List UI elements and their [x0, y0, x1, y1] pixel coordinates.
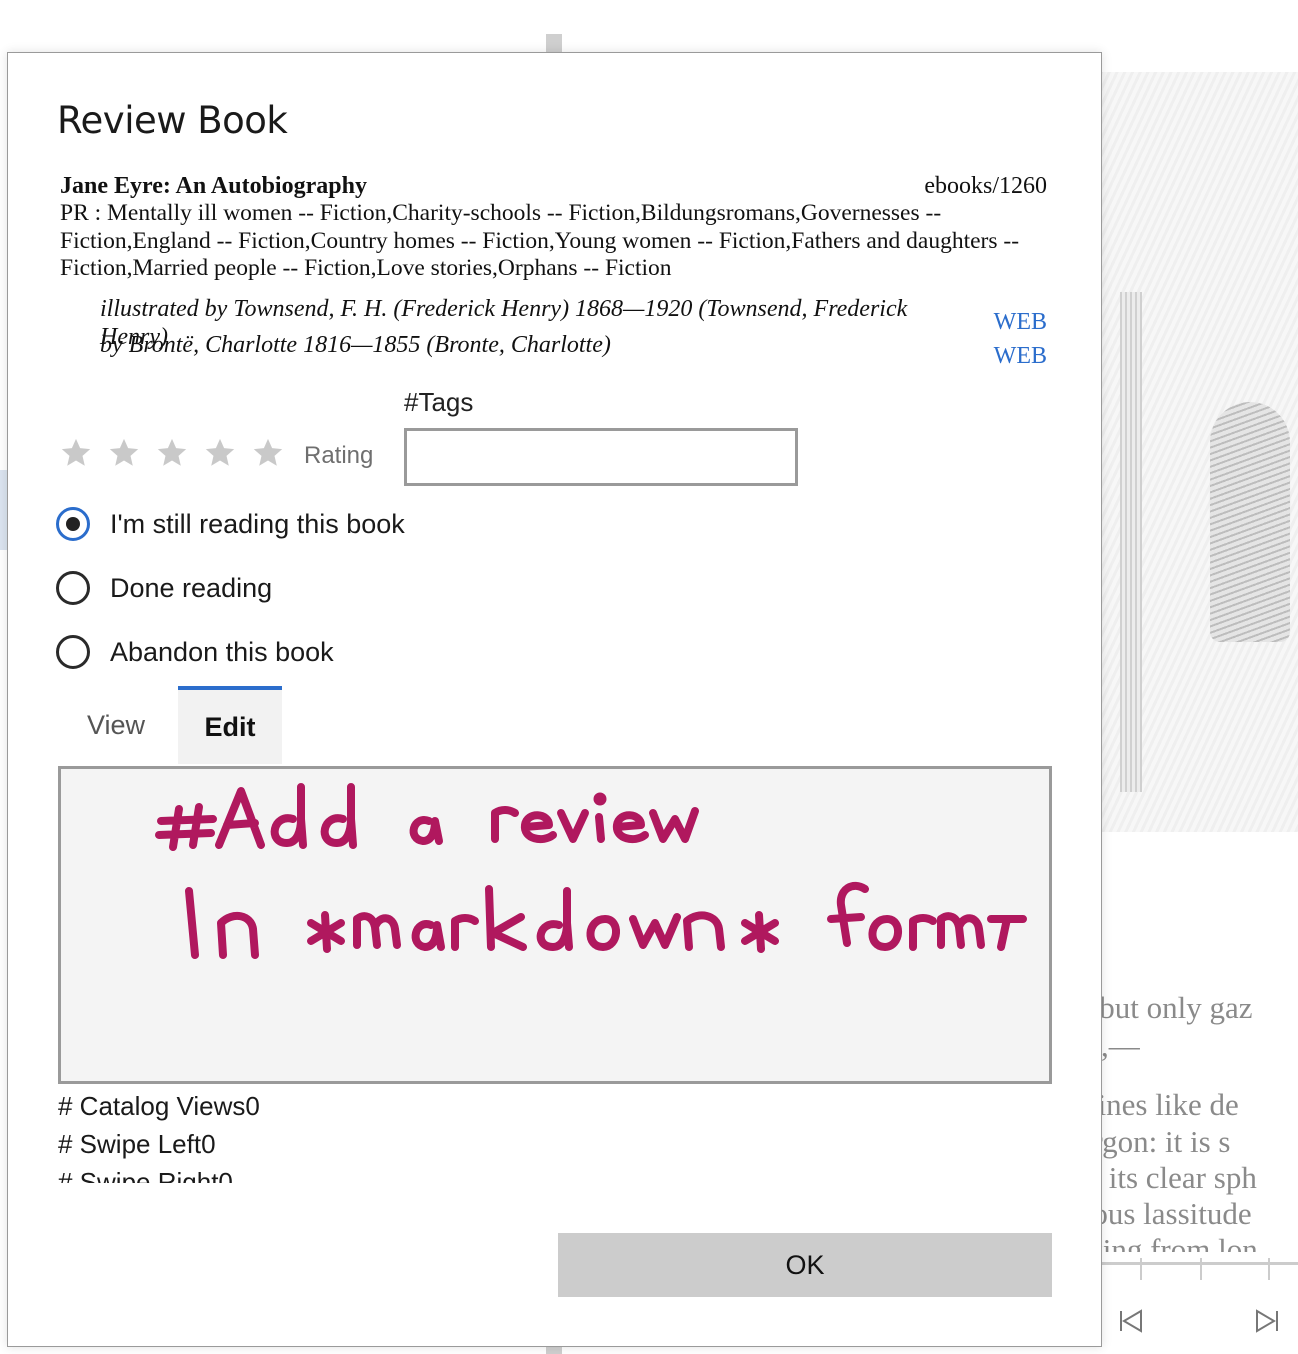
- star-icon[interactable]: [148, 429, 196, 477]
- tags-label: #Tags: [404, 387, 474, 417]
- dialog-title: Review Book: [57, 99, 288, 142]
- star-icon[interactable]: [196, 429, 244, 477]
- radio-done-reading[interactable]: Done reading: [56, 571, 272, 605]
- scrubber-tick: [1268, 1258, 1270, 1280]
- star-icon[interactable]: [52, 429, 100, 477]
- star-rating[interactable]: [52, 429, 292, 477]
- review-stats: # Catalog Views0 # Swipe Left0 # Swipe R…: [58, 1087, 658, 1183]
- rating-label: Rating: [304, 442, 374, 469]
- swipe-left-stat: # Swipe Left0: [58, 1129, 216, 1159]
- book-text-line: ng,—: [1070, 1028, 1140, 1063]
- review-book-dialog: Review Book Jane Eyre: An Autobiography …: [7, 52, 1102, 1347]
- skip-next-icon[interactable]: [1252, 1306, 1282, 1343]
- handwritten-review: [155, 783, 1027, 959]
- radio-button[interactable]: [56, 635, 90, 669]
- tab-view[interactable]: View: [66, 686, 166, 764]
- author-web-link[interactable]: WEB: [994, 343, 1047, 370]
- tags-input[interactable]: [404, 428, 798, 486]
- book-text-line: gh its clear sph: [1070, 1160, 1257, 1195]
- radio-label: I'm still reading this book: [110, 508, 405, 539]
- book-text-line: e, but only gaz: [1070, 990, 1253, 1025]
- review-ink-canvas[interactable]: [58, 766, 1052, 1084]
- radio-still-reading[interactable]: I'm still reading this book: [56, 507, 405, 541]
- illustration-doorframe: [1120, 292, 1142, 792]
- illustrator-web-link[interactable]: WEB: [994, 309, 1047, 336]
- book-text-line: ulting from lon: [1070, 1232, 1258, 1252]
- tab-edit[interactable]: Edit: [178, 686, 282, 764]
- radio-button[interactable]: [56, 507, 90, 541]
- app-title-bar: [0, 0, 1298, 36]
- book-title: Jane Eyre: An Autobiography: [60, 173, 367, 199]
- skip-previous-icon[interactable]: [1116, 1306, 1146, 1343]
- ok-button[interactable]: OK: [558, 1233, 1052, 1297]
- book-id: ebooks/1260: [924, 173, 1047, 199]
- radio-button[interactable]: [56, 571, 90, 605]
- illustration-figure: [1210, 402, 1290, 642]
- book-illustration: [1100, 72, 1298, 832]
- catalog-views-stat: # Catalog Views0: [58, 1091, 260, 1121]
- scrubber-tick: [1200, 1258, 1202, 1280]
- book-text-line: jargon: it is s: [1070, 1124, 1231, 1159]
- swipe-right-stat: # Swipe Right0: [58, 1167, 233, 1183]
- scrubber-tick: [1140, 1258, 1142, 1280]
- author-credit: by Brontë, Charlotte 1816—1855 (Bronte, …: [100, 332, 611, 358]
- book-text-line: cious lassitude: [1070, 1196, 1252, 1231]
- radio-label: Abandon this book: [110, 636, 334, 667]
- book-subjects: PR : Mentally ill women -- Fiction,Chari…: [60, 200, 1020, 281]
- star-icon[interactable]: [244, 429, 292, 477]
- radio-abandon-book[interactable]: Abandon this book: [56, 635, 334, 669]
- star-icon[interactable]: [100, 429, 148, 477]
- book-text-line: shines like de: [1070, 1087, 1239, 1122]
- radio-label: Done reading: [110, 572, 273, 603]
